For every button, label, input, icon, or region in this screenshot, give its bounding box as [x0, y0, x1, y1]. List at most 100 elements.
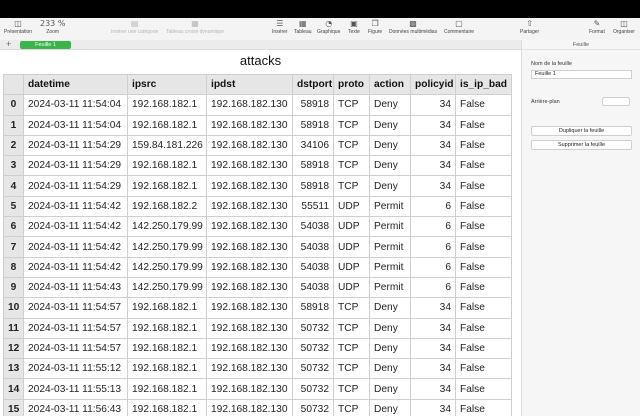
sheet-tab-feuille-1[interactable]: Feuille 1 — [20, 41, 71, 49]
table-cell[interactable]: 192.168.182.130 — [206, 358, 293, 380]
table-cell[interactable]: Deny — [369, 114, 411, 136]
table-cell[interactable]: False — [455, 134, 512, 157]
table-cell[interactable]: 2024-03-11 11:54:42 — [23, 236, 128, 258]
table-cell[interactable]: 192.168.182.130 — [206, 155, 293, 177]
table-cell[interactable]: TCP — [333, 94, 370, 116]
table-cell[interactable]: 2024-03-11 11:54:04 — [23, 94, 128, 116]
table-cell[interactable]: 2024-03-11 11:54:29 — [23, 175, 128, 197]
table-cell[interactable]: False — [455, 114, 512, 136]
table-cell[interactable]: 192.168.182.130 — [206, 378, 293, 400]
table-cell[interactable]: 34 — [410, 94, 456, 116]
table-cell[interactable]: 192.168.182.1 — [127, 155, 207, 177]
comment-button[interactable]: ▢ Commentaire — [444, 19, 474, 36]
table-cell[interactable]: 192.168.182.1 — [127, 175, 207, 197]
row-index[interactable]: 12 — [3, 337, 24, 360]
table-cell[interactable]: 159.84.181.226 — [127, 134, 207, 157]
row-index[interactable]: 15 — [3, 398, 24, 416]
table-cell[interactable]: 50732 — [292, 337, 334, 360]
table-cell[interactable]: 2024-03-11 11:54:04 — [23, 114, 128, 136]
background-color-well[interactable] — [602, 97, 630, 106]
table-cell[interactable]: TCP — [333, 337, 370, 360]
table-cell[interactable]: 192.168.182.2 — [127, 195, 207, 218]
table-cell[interactable]: 34 — [410, 155, 456, 177]
table-cell[interactable]: 192.168.182.1 — [127, 378, 207, 400]
table-cell[interactable]: UDP — [333, 195, 370, 218]
table-cell[interactable]: TCP — [333, 134, 370, 157]
table-cell[interactable]: TCP — [333, 358, 370, 380]
pivot-table-button[interactable]: ▦ Tableau croisé dynamique — [166, 19, 224, 36]
table-cell[interactable]: Permit — [369, 236, 411, 258]
table-cell[interactable]: False — [455, 195, 512, 218]
table-cell[interactable]: 192.168.182.130 — [206, 236, 293, 258]
table-cell[interactable]: 192.168.182.1 — [127, 398, 207, 416]
table-cell[interactable]: TCP — [333, 398, 370, 416]
row-index[interactable]: 9 — [3, 276, 24, 299]
row-index[interactable]: 14 — [3, 378, 24, 400]
table-cell[interactable]: Permit — [369, 276, 411, 299]
table-cell[interactable]: 6 — [410, 216, 456, 238]
table-cell[interactable]: 2024-03-11 11:54:57 — [23, 297, 128, 319]
row-index[interactable]: 10 — [3, 297, 24, 319]
table-cell[interactable]: 192.168.182.1 — [127, 94, 207, 116]
add-sheet-icon[interactable]: + — [6, 39, 11, 49]
table-cell[interactable]: Deny — [369, 378, 411, 400]
table-cell[interactable]: 34106 — [292, 134, 334, 157]
table-cell[interactable]: 34 — [410, 297, 456, 319]
table-cell[interactable]: 54038 — [292, 276, 334, 299]
column-header-policyid[interactable]: policyid — [410, 73, 456, 96]
media-button[interactable]: ▩ Données multimédias — [389, 19, 437, 36]
table-cell[interactable]: 50732 — [292, 378, 334, 400]
table-cell[interactable]: 192.168.182.130 — [206, 114, 293, 136]
table-cell[interactable]: 58918 — [292, 114, 334, 136]
table-cell[interactable]: UDP — [333, 256, 370, 278]
table-cell[interactable]: False — [455, 175, 512, 197]
table-cell[interactable]: 2024-03-11 11:54:42 — [23, 195, 128, 218]
table-cell[interactable]: 2024-03-11 11:54:29 — [23, 155, 128, 177]
organize-button[interactable]: ◫ Organiser — [613, 19, 635, 36]
row-index[interactable]: 5 — [3, 195, 24, 218]
table-cell[interactable]: False — [455, 216, 512, 238]
table-cell[interactable]: TCP — [333, 175, 370, 197]
table-cell[interactable]: Deny — [369, 155, 411, 177]
row-index[interactable]: 7 — [3, 236, 24, 258]
table-cell[interactable]: 142.250.179.99 — [127, 256, 207, 278]
table-cell[interactable]: False — [455, 337, 512, 360]
table-cell[interactable]: 34 — [410, 378, 456, 400]
table-cell[interactable]: TCP — [333, 155, 370, 177]
table-cell[interactable]: 2024-03-11 11:54:29 — [23, 134, 128, 157]
column-header-is-ip-bad[interactable]: is_ip_bad — [455, 73, 512, 96]
row-index[interactable]: 0 — [3, 94, 24, 116]
table-cell[interactable]: 142.250.179.99 — [127, 236, 207, 258]
table-cell[interactable]: 192.168.182.130 — [206, 398, 293, 416]
table-cell[interactable]: 2024-03-11 11:55:12 — [23, 358, 128, 380]
table-cell[interactable]: 58918 — [292, 297, 334, 319]
table-cell[interactable]: 2024-03-11 11:55:13 — [23, 378, 128, 400]
table-cell[interactable]: Permit — [369, 256, 411, 278]
column-header-dstport[interactable]: dstport — [292, 73, 334, 96]
table-cell[interactable]: 54038 — [292, 256, 334, 278]
table-cell[interactable]: 142.250.179.99 — [127, 216, 207, 238]
table-cell[interactable]: 50732 — [292, 317, 334, 339]
column-header-proto[interactable]: proto — [333, 73, 370, 96]
index-header[interactable] — [3, 73, 24, 96]
table-cell[interactable]: Permit — [369, 195, 411, 218]
table-title[interactable]: attacks — [0, 52, 521, 69]
table-cell[interactable]: 192.168.182.130 — [206, 94, 293, 116]
table-cell[interactable]: 2024-03-11 11:54:42 — [23, 256, 128, 278]
table-cell[interactable]: UDP — [333, 236, 370, 258]
table-cell[interactable]: 34 — [410, 114, 456, 136]
table-cell[interactable]: 55511 — [292, 195, 334, 218]
table-cell[interactable]: 50732 — [292, 358, 334, 380]
row-index[interactable]: 3 — [3, 155, 24, 177]
table-cell[interactable]: Permit — [369, 216, 411, 238]
table-cell[interactable]: TCP — [333, 297, 370, 319]
table-cell[interactable]: 34 — [410, 317, 456, 339]
text-button[interactable]: ▣ Texte — [348, 19, 360, 36]
table-cell[interactable]: False — [455, 256, 512, 278]
table-cell[interactable]: 192.168.182.1 — [127, 337, 207, 360]
table-cell[interactable]: 192.168.182.130 — [206, 297, 293, 319]
table-cell[interactable]: 192.168.182.1 — [127, 114, 207, 136]
table-cell[interactable]: 192.168.182.1 — [127, 297, 207, 319]
table-cell[interactable]: False — [455, 276, 512, 299]
add-category-button[interactable]: ▤ Insérer une catégorie — [111, 19, 158, 36]
